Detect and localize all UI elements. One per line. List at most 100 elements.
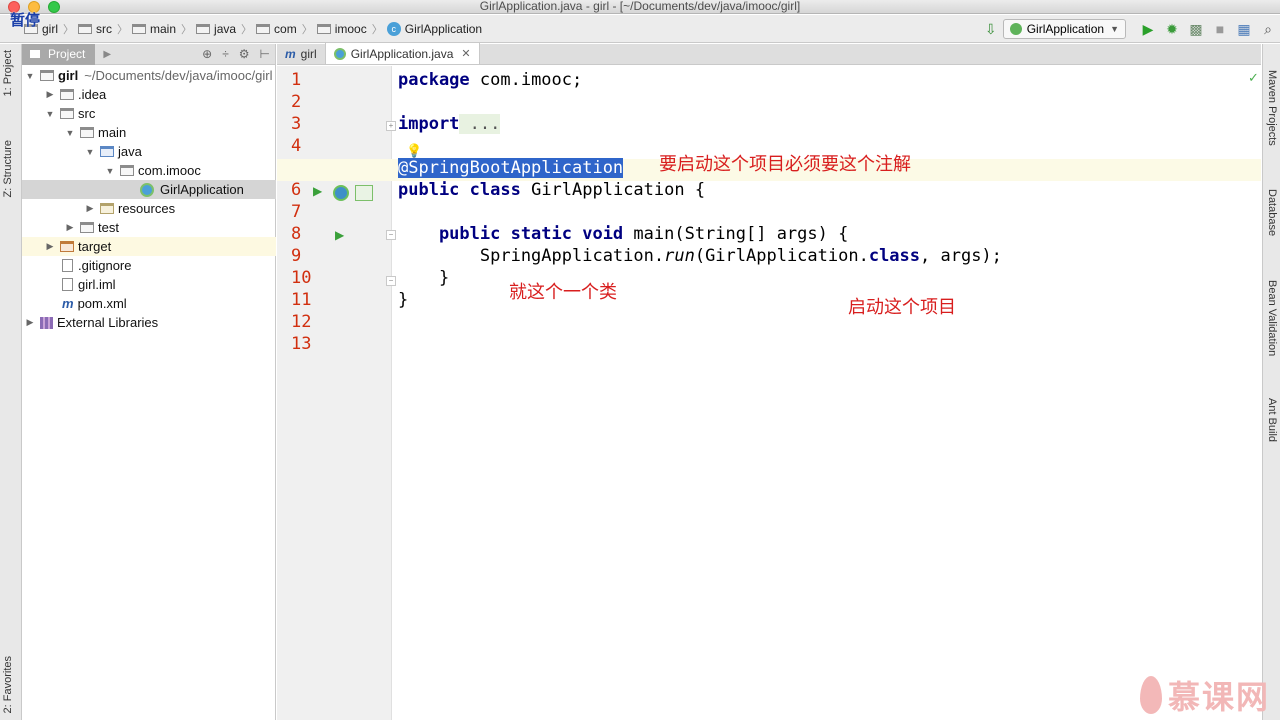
scroll-from-source-icon[interactable]: ⊕ [202,47,212,61]
run-gutter-icon[interactable]: ▶ [335,228,344,242]
fold-end-icon[interactable]: − [386,276,396,286]
folder-icon [132,23,147,34]
pause-overlay-label: 暂停 [10,12,41,29]
triangle-down-icon[interactable]: ▼ [84,147,96,157]
tool-tab-maven-projects[interactable]: Maven Projects [1266,70,1278,146]
left-tool-strip: 1: Project Z: Structure 2: Favorites [0,44,22,720]
triangle-right-icon[interactable]: ▶ [103,49,111,60]
code-line-6: @SpringBootApplication [398,158,624,178]
tree-item-test[interactable]: ▶ test [22,218,276,237]
tree-item-idea[interactable]: ▶ .idea [22,85,276,104]
line-number: 13 [291,334,312,354]
stop-icon[interactable]: ■ [1210,19,1230,39]
tree-item-girl-iml[interactable]: girl.iml [22,275,276,294]
folder-icon [80,222,94,233]
triangle-right-icon[interactable]: ▶ [24,317,36,328]
line-number: 1 [291,70,302,90]
tool-tab-favorites[interactable]: 2: Favorites [2,656,14,713]
project-panel-header: Project ▶ ⊕ ÷ ⚙ ⊢ [22,43,275,65]
tool-tab-structure[interactable]: Z: Structure [2,140,14,197]
search-everywhere-icon[interactable]: ⌕ [1258,19,1278,39]
tool-tab-database[interactable]: Database [1266,189,1278,236]
code-line-9: public static void main(String[] args) { [398,224,849,244]
triangle-right-icon[interactable]: ▶ [64,222,76,233]
tool-tab-bean-validation[interactable]: Bean Validation [1266,280,1278,356]
build-project-icon[interactable]: ⇩ [981,19,1001,39]
coverage-icon[interactable]: ▩ [1186,19,1206,39]
triangle-right-icon[interactable]: ▶ [44,89,56,100]
annotation-note-one-class: 就这个一个类 [509,282,617,302]
folder-icon [196,23,211,34]
window-title: GirlApplication.java - girl - [~/Documen… [479,0,801,13]
code-line-3: import ... [398,114,501,134]
breadcrumb-main[interactable]: main 〉 [132,21,192,37]
folded-imports[interactable]: ... [459,114,501,134]
tree-item-girlapplication[interactable]: GirlApplication [22,180,276,199]
hide-panel-icon[interactable]: ⊢ [260,47,270,61]
close-tab-icon[interactable]: ✕ [461,47,470,60]
breadcrumb-imooc[interactable]: imooc 〉 [316,21,383,37]
flame-icon [1140,676,1162,714]
source-folder-icon [100,146,114,157]
maven-icon: m [285,46,296,61]
spring-class-icon: c [386,21,401,36]
chevron-down-icon: ▼ [1110,24,1119,34]
window-title-bar: GirlApplication.java - girl - [~/Documen… [0,0,1280,14]
selected-annotation[interactable]: @SpringBootApplication [398,158,624,178]
spring-config-gutter-icon[interactable] [355,185,373,201]
collapse-all-icon[interactable]: ÷ [222,47,229,61]
tree-item-resources[interactable]: ▶ resources [22,199,276,218]
breadcrumb-src[interactable]: src 〉 [78,21,128,37]
tree-item-pom-xml[interactable]: m pom.xml [22,294,276,313]
gear-icon[interactable]: ⚙ [239,47,250,61]
annotation-note-required: 要启动这个项目必须要这个注解 [659,154,911,174]
chevron-right-icon: 〉 [241,23,253,36]
toolbar-right: ⇩ GirlApplication ▼ ▶ ✹ ▩ ■ ▦ ⌕ [979,15,1280,43]
tool-tab-ant-build[interactable]: Ant Build [1266,398,1278,442]
tree-item-src[interactable]: ▼ src [22,104,276,123]
spring-bean-gutter-icon[interactable] [333,185,349,201]
triangle-down-icon[interactable]: ▼ [104,166,116,176]
run-configuration-select[interactable]: GirlApplication ▼ [1002,19,1126,39]
tree-item-external-libraries[interactable]: ▶ External Libraries [22,313,276,332]
triangle-down-icon[interactable]: ▼ [24,71,36,81]
tree-item-java[interactable]: ▼ java [22,142,276,161]
resources-folder-icon [100,203,114,214]
run-gutter-icon[interactable]: ▶ [313,184,322,198]
tree-item-gitignore[interactable]: .gitignore [22,256,276,275]
debug-icon[interactable]: ✹ [1162,19,1182,39]
breadcrumb-com[interactable]: com 〉 [256,21,313,37]
line-number: 6 [291,180,302,200]
run-icon[interactable]: ▶ [1138,19,1158,39]
tree-item-target[interactable]: ▶ target [22,237,276,256]
editor-tab-girlapplication[interactable]: GirlApplication.java ✕ [325,43,480,64]
tree-item-com-imooc[interactable]: ▼ com.imooc [22,161,276,180]
spring-class-icon [140,182,154,197]
triangle-down-icon[interactable]: ▼ [64,128,76,138]
breadcrumb-java[interactable]: java 〉 [196,21,252,37]
tool-tab-project[interactable]: 1: Project [2,50,14,96]
watermark-text: 慕课网 [1168,679,1271,715]
project-structure-icon[interactable]: ▦ [1234,19,1254,39]
maven-icon: m [62,296,74,311]
code-line-10: SpringApplication.run(GirlApplication.cl… [398,246,1002,266]
breadcrumb-girlapplication[interactable]: c GirlApplication [386,21,482,36]
fold-collapse-icon[interactable]: − [386,230,396,240]
watermark-logo: 慕课网 [1140,672,1270,718]
tree-item-girl[interactable]: ▼ girl ~/Documents/dev/java/imooc/girl [22,66,276,85]
triangle-down-icon[interactable]: ▼ [44,109,56,119]
target-folder-icon [60,241,74,252]
file-icon [62,278,73,291]
line-number: 12 [291,312,312,332]
folder-icon [256,23,271,34]
folder-icon [316,23,331,34]
lightbulb-icon[interactable]: 💡 [406,143,422,159]
chevron-right-icon: 〉 [301,23,313,36]
folder-icon [80,127,94,138]
tree-item-main[interactable]: ▼ main [22,123,276,142]
triangle-right-icon[interactable]: ▶ [44,241,56,252]
editor-tab-girl[interactable]: m girl [277,43,326,64]
triangle-right-icon[interactable]: ▶ [84,203,96,214]
project-view-selector[interactable]: Project [22,43,96,65]
fold-expand-icon[interactable]: + [386,121,396,131]
